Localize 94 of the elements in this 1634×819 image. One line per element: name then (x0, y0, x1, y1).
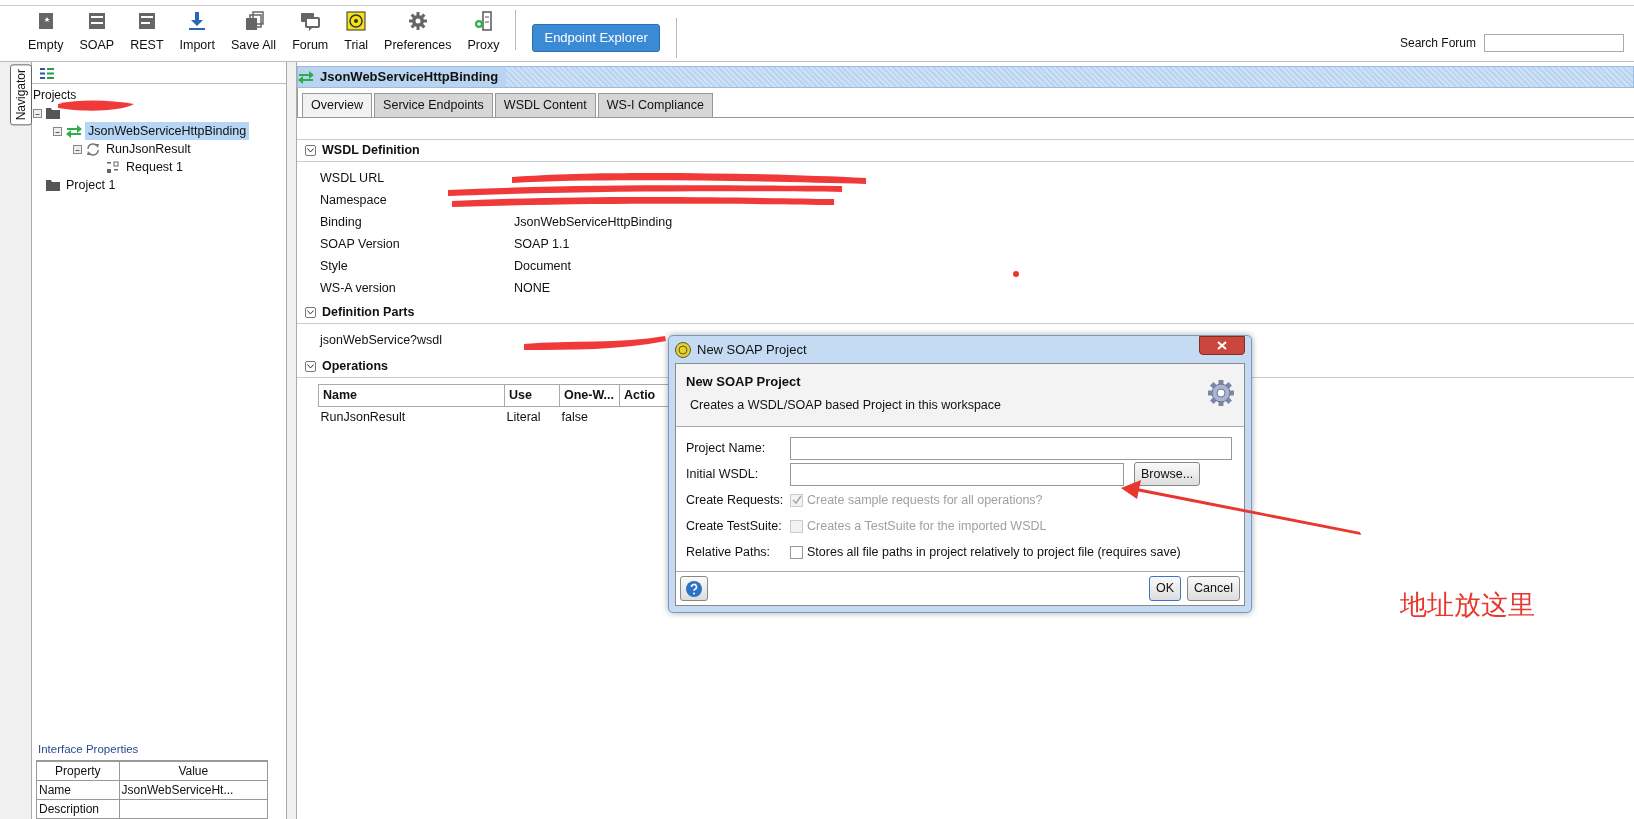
panel-title: JsonWebServiceHttpBinding (320, 68, 499, 87)
panel-title: Interface Properties (37, 741, 140, 757)
dialog-description: Creates a WSDL/SOAP based Project in this workspace (690, 396, 1003, 414)
input-field[interactable] (790, 436, 1232, 460)
app-logo-icon (675, 341, 691, 358)
annotation-dot (1013, 271, 1019, 277)
close-button[interactable] (1199, 336, 1245, 355)
toolbar-button[interactable]: Trial (336, 10, 377, 55)
field-label: Style (320, 258, 349, 276)
chat-bubbles-icon (299, 10, 322, 32)
checkbox-label: Creates a TestSuite for the imported WSDL (807, 517, 1047, 535)
collapse-toggle[interactable] (305, 360, 316, 372)
tree-item[interactable]: RunJsonResult (103, 139, 194, 159)
swap-arrows-icon (298, 70, 314, 84)
checkbox-label: Stores all file paths in project relatively to project file (requires save) (807, 543, 1181, 561)
table-cell: false (559, 406, 620, 428)
server-icon (472, 10, 495, 32)
badge-icon (345, 10, 368, 32)
table-cell: Description (36, 799, 120, 819)
help-icon (685, 579, 703, 598)
annotation-text: 地址放这里 (1400, 588, 1535, 622)
field-label: jsonWebService?wsdl (320, 332, 444, 350)
expand-toggle[interactable] (73, 144, 82, 154)
dialog-heading: New SOAP Project (686, 373, 802, 391)
section-title: Operations (322, 357, 388, 375)
chevron-down-icon (307, 147, 314, 153)
toolbar-button[interactable]: Save All (222, 10, 285, 55)
collapse-toggle[interactable] (305, 144, 316, 156)
field-label: WS-A version (320, 280, 397, 298)
endpoint-explorer-button[interactable]: Endpoint Explorer (532, 24, 660, 52)
field-label: SOAP Version (320, 236, 401, 254)
toolbar-button[interactable]: Preferences (376, 10, 460, 55)
input-field[interactable] (790, 462, 1124, 486)
field-label: Binding (320, 214, 363, 232)
search-label: Search Forum (1399, 35, 1476, 52)
dialog-title: New SOAP Project (697, 340, 807, 359)
collapse-toggle[interactable] (305, 306, 316, 318)
tab[interactable]: Service Endpoints (374, 93, 493, 117)
column-header: Name (318, 384, 505, 406)
field-label: WSDL URL (320, 170, 386, 188)
help-button[interactable] (680, 576, 708, 601)
tree-title: Projects (33, 87, 78, 104)
cycle-arrows-icon (86, 142, 100, 156)
checkbox-label: Create sample requests for all operations? (807, 491, 1043, 509)
browse-button[interactable]: Browse... (1134, 461, 1201, 487)
folder-icon (46, 179, 60, 191)
table-cell: Name (36, 780, 120, 800)
field-label: Relative Paths: (686, 543, 772, 561)
tab[interactable]: Overview (302, 93, 373, 117)
settings-icon (406, 10, 429, 32)
field-label: Project Name: (686, 439, 767, 457)
chevron-down-icon (307, 309, 314, 315)
column-header: One-W... (559, 384, 620, 406)
tree-item[interactable]: Request 1 (123, 157, 186, 177)
cancel-button[interactable]: Cancel (1187, 576, 1240, 601)
toolbar-button[interactable]: Forum (284, 10, 337, 55)
tree-item[interactable]: JsonWebServiceHttpBinding (85, 121, 250, 141)
column-header: Property (36, 761, 120, 781)
settings-icon (1206, 378, 1236, 408)
field-value: NONE (514, 280, 551, 298)
field-value: Document (514, 258, 571, 276)
chevron-down-icon (307, 363, 314, 369)
ok-button[interactable]: OK (1149, 576, 1182, 601)
field-label: Create TestSuite: (686, 517, 783, 535)
folder-icon (46, 107, 60, 119)
navigator-tab[interactable]: Navigator (10, 64, 32, 126)
table-cell: JsonWebServiceHt... (119, 780, 268, 800)
field-value: JsonWebServiceHttpBinding (514, 214, 673, 232)
field-label: Initial WSDL: (686, 465, 760, 483)
search-field[interactable] (1484, 34, 1624, 52)
tab[interactable]: WS-I Compliance (597, 93, 713, 117)
toolbar-button[interactable]: Empty (20, 10, 72, 55)
expand-toggle[interactable] (53, 126, 62, 136)
tab[interactable]: WSDL Content (494, 93, 596, 117)
list-view-icon[interactable] (40, 68, 54, 80)
field-label: Create Requests: (686, 491, 785, 509)
close-icon (1217, 341, 1227, 350)
column-header: Use (504, 384, 560, 406)
tree-item[interactable]: Project 1 (63, 175, 119, 195)
field-value: SOAP 1.1 (514, 236, 570, 254)
section-title: WSDL Definition (322, 141, 420, 159)
checkbox[interactable] (790, 545, 803, 559)
toolbar-button[interactable]: REST (122, 10, 172, 55)
expand-toggle[interactable] (33, 108, 42, 118)
toolbar-button[interactable]: Proxy (459, 10, 508, 55)
field-label: Namespace (320, 192, 388, 210)
table-cell: RunJsonResult (318, 406, 505, 428)
toolbar-button[interactable]: SOAP (71, 10, 123, 55)
column-header: Value (119, 761, 268, 781)
toolbar-button[interactable]: Import (171, 10, 223, 55)
swap-arrows-icon (66, 124, 82, 138)
section-title: Definition Parts (322, 303, 415, 321)
table-cell: Literal (504, 406, 560, 428)
soap-request-icon (106, 160, 120, 174)
